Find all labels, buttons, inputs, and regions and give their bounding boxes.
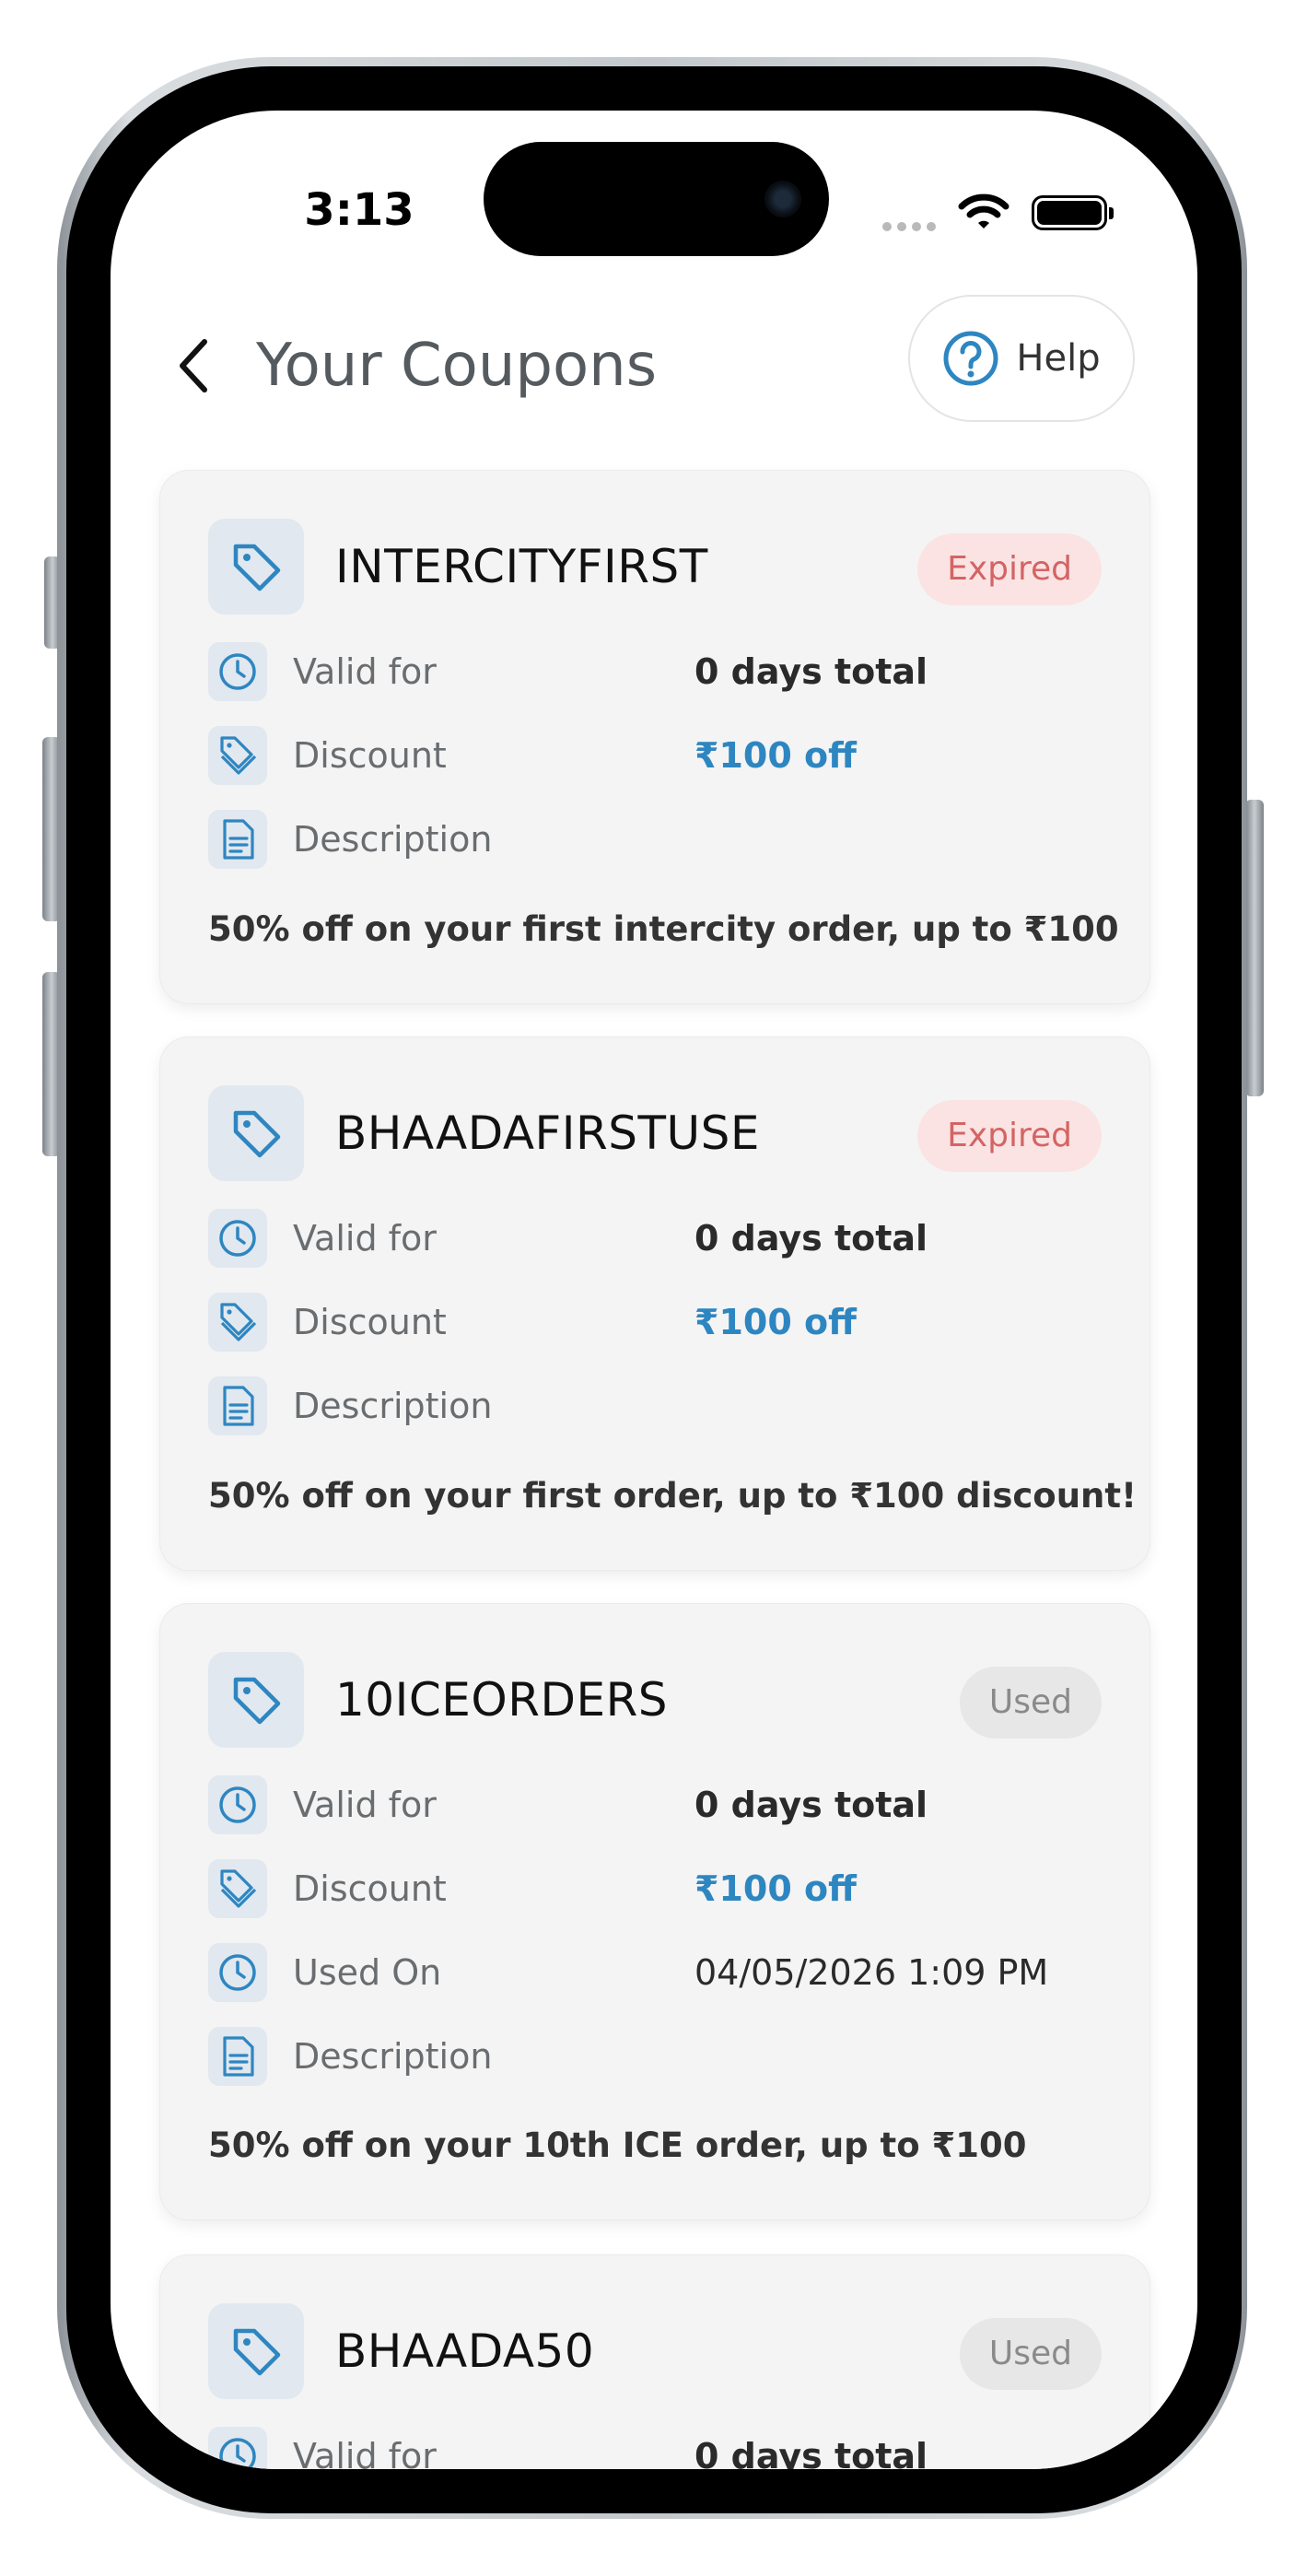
discount-row: Discount ₹100 off — [208, 726, 1111, 785]
status-badge: Expired — [917, 1100, 1102, 1172]
discount-value: ₹100 off — [694, 735, 857, 776]
valid-for-value: 0 days total — [694, 1218, 928, 1259]
description-label: Description — [293, 1386, 493, 1426]
status-badge: Used — [959, 1667, 1102, 1739]
tags-icon — [220, 1869, 257, 1908]
coupon-card[interactable]: INTERCITYFIRST Expired Valid for 0 days … — [159, 470, 1150, 1004]
used-on-row: Used On 04/05/2026 1:09 PM — [208, 1943, 1111, 2002]
coupon-tag-badge — [208, 1085, 304, 1181]
status-time: 3:13 — [304, 184, 414, 236]
coupon-description: 50% off on your 10th ICE order, up to ₹1… — [208, 2125, 1027, 2165]
tag-icon — [233, 2328, 281, 2376]
app-screen: 3:13 Your Coupons Help INTERCITYFIRST Ex… — [111, 111, 1197, 2469]
coupon-description: 50% off on your first order, up to ₹100 … — [208, 1476, 1137, 1516]
cellular-signal-icon — [882, 217, 941, 235]
tag-icon — [233, 544, 281, 591]
valid-for-value: 0 days total — [694, 1785, 928, 1825]
dynamic-island — [484, 142, 829, 256]
valid-for-row: Valid for 0 days total — [208, 642, 1111, 701]
power-button — [1245, 800, 1264, 1096]
wifi-icon — [958, 193, 1009, 228]
coupon-code: BHAADA50 — [335, 2324, 595, 2378]
discount-row: Discount ₹100 off — [208, 1293, 1111, 1352]
coupon-card[interactable]: BHAADAFIRSTUSE Expired Valid for 0 days … — [159, 1036, 1150, 1571]
valid-for-label: Valid for — [293, 651, 437, 692]
clock-icon — [219, 2438, 256, 2469]
coupon-code: 10ICEORDERS — [335, 1673, 669, 1727]
valid-for-row: Valid for 0 days total — [208, 1775, 1111, 1834]
description-row: Description — [208, 810, 1111, 869]
status-badge: Expired — [917, 533, 1102, 605]
question-circle-icon — [943, 331, 998, 386]
valid-for-row: Valid for 0 days total — [208, 1209, 1111, 1268]
discount-label: Discount — [293, 1302, 447, 1342]
discount-value: ₹100 off — [694, 1868, 857, 1909]
back-button[interactable] — [157, 324, 230, 407]
clock-icon — [219, 1786, 256, 1823]
valid-for-label: Valid for — [293, 1785, 437, 1825]
status-badge: Used — [959, 2318, 1102, 2390]
coupon-tag-badge — [208, 2303, 304, 2399]
discount-value: ₹100 off — [694, 1302, 857, 1342]
coupon-description: 50% off on your first intercity order, u… — [208, 909, 1119, 949]
coupon-code: BHAADAFIRSTUSE — [335, 1107, 760, 1160]
document-icon — [223, 819, 254, 860]
discount-row: Discount ₹100 off — [208, 1859, 1111, 1918]
clock-icon — [219, 1220, 256, 1257]
coupon-card[interactable]: 10ICEORDERS Used Valid for 0 days total … — [159, 1603, 1150, 2220]
used-on-value: 04/05/2026 1:09 PM — [694, 1952, 1049, 1993]
valid-for-row: Valid for 0 days total — [208, 2427, 1111, 2469]
coupon-card[interactable]: BHAADA50 Used Valid for 0 days total — [159, 2254, 1150, 2469]
coupon-tag-badge — [208, 1652, 304, 1748]
help-button-label: Help — [1016, 337, 1101, 380]
description-label: Description — [293, 2036, 493, 2077]
document-icon — [223, 2036, 254, 2077]
discount-label: Discount — [293, 1868, 447, 1909]
battery-icon — [1032, 195, 1114, 230]
description-label: Description — [293, 819, 493, 860]
valid-for-value: 0 days total — [694, 2436, 928, 2469]
tag-icon — [233, 1110, 281, 1158]
coupon-tag-badge — [208, 519, 304, 615]
valid-for-label: Valid for — [293, 2436, 437, 2469]
description-row: Description — [208, 1376, 1111, 1435]
chevron-left-icon — [180, 339, 207, 392]
page-title: Your Coupons — [256, 332, 658, 400]
help-button[interactable]: Help — [908, 295, 1135, 422]
status-indicators — [882, 186, 1149, 241]
tag-icon — [233, 1677, 281, 1725]
valid-for-label: Valid for — [293, 1218, 437, 1259]
used-on-label: Used On — [293, 1952, 442, 1993]
valid-for-value: 0 days total — [694, 651, 928, 692]
clock-icon — [219, 653, 256, 690]
tags-icon — [220, 736, 257, 775]
document-icon — [223, 1386, 254, 1426]
coupon-code: INTERCITYFIRST — [335, 540, 708, 593]
tags-icon — [220, 1303, 257, 1341]
discount-label: Discount — [293, 735, 447, 776]
clock-icon — [219, 1954, 256, 1991]
description-row: Description — [208, 2027, 1111, 2086]
